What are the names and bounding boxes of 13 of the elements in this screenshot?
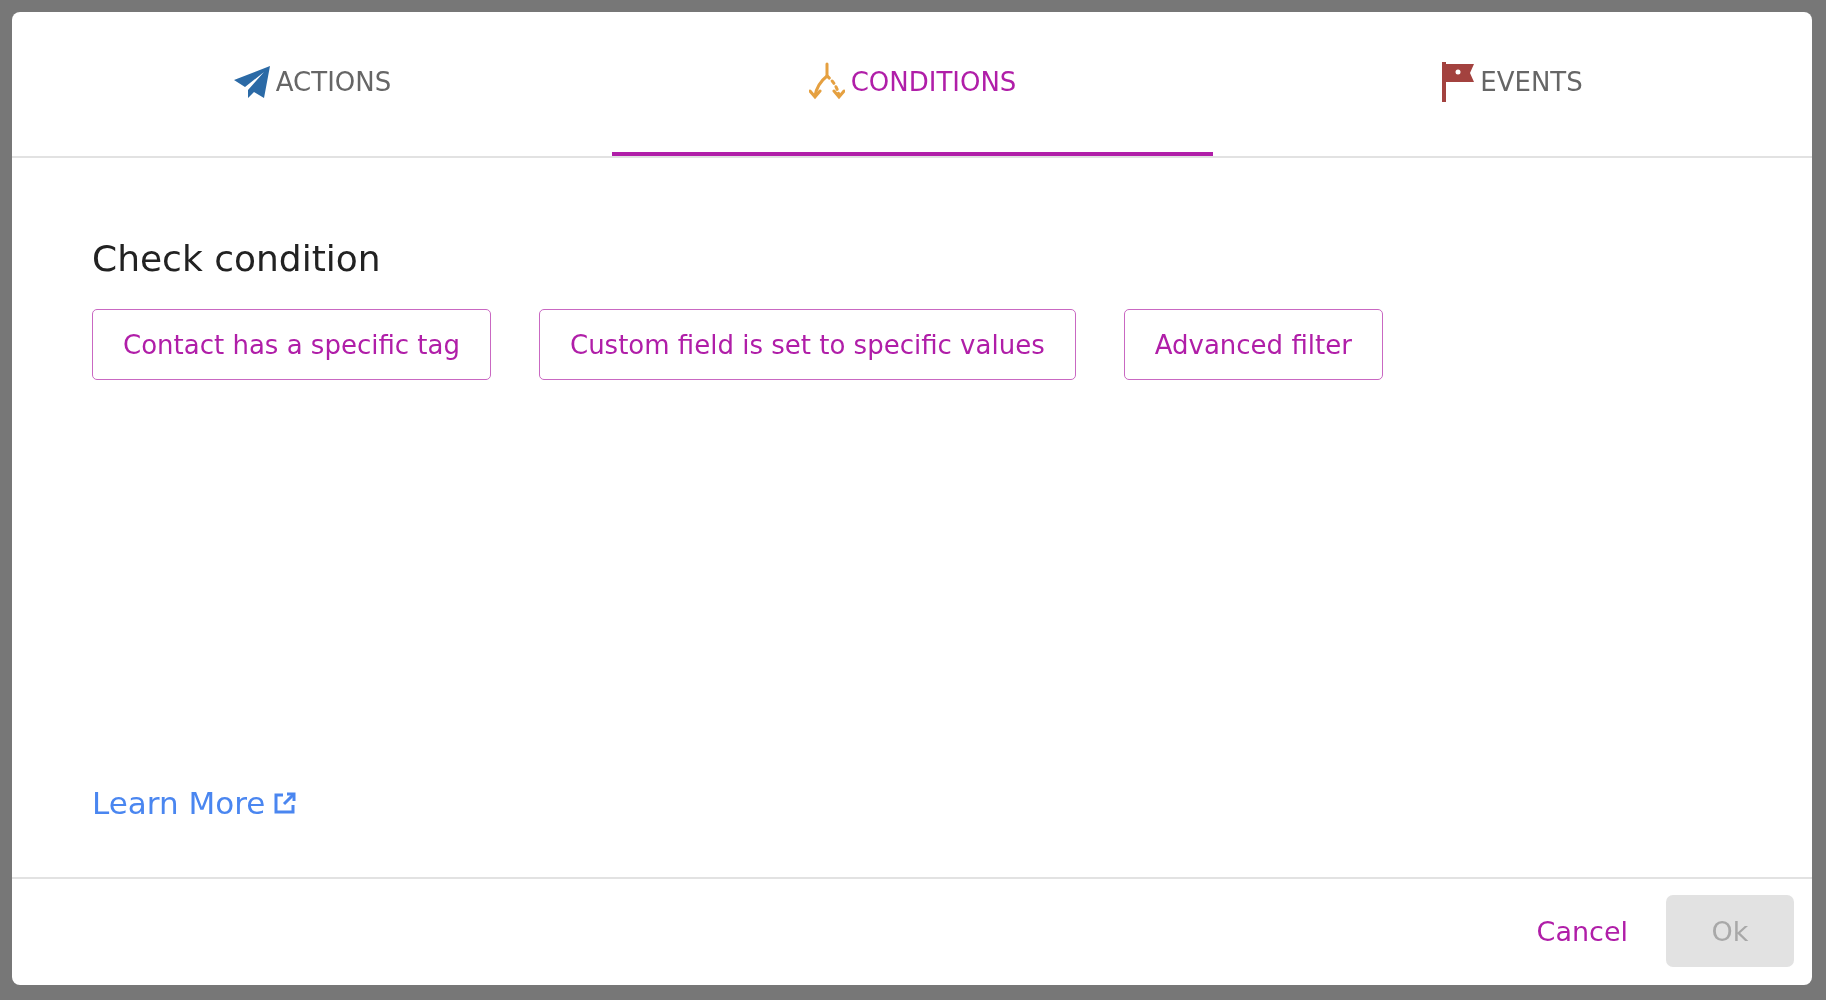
tab[interactable]: CONDITIONS — [612, 12, 1213, 156]
cancel-button[interactable]: Cancel — [1530, 914, 1634, 948]
external-link-icon — [273, 791, 298, 815]
paper-plane-icon — [233, 66, 270, 98]
condition-option-button[interactable]: Advanced filter — [1123, 309, 1383, 380]
condition-option-button[interactable]: Contact has a specific tag — [92, 309, 491, 380]
section-heading: Check condition — [92, 238, 381, 279]
flag-icon — [1442, 62, 1475, 102]
tab[interactable]: ACTIONS — [12, 12, 613, 156]
condition-option-button[interactable]: Custom field is set to specific values — [539, 309, 1076, 380]
tab[interactable]: EVENTS — [1212, 12, 1813, 156]
learn-more-link[interactable]: Learn More — [92, 785, 298, 821]
split-arrow-icon — [808, 62, 845, 102]
